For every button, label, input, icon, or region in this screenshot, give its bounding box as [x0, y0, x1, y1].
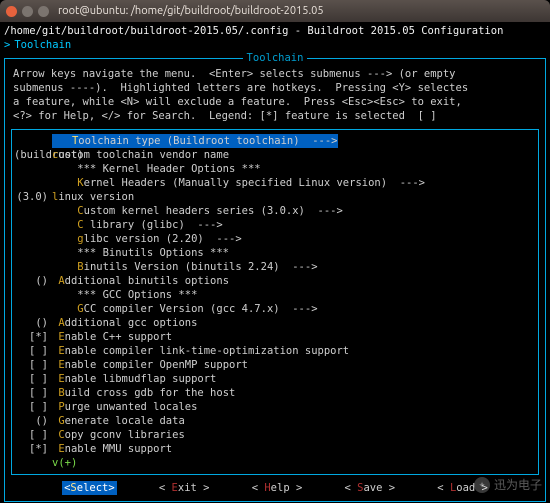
menu-item[interactable]: glibc version (2.20) ---> — [14, 232, 536, 246]
menu-item-label: *** Binutils Options *** — [52, 246, 229, 260]
menu-item-marker — [14, 260, 52, 274]
select-button[interactable]: <Select> — [62, 481, 117, 495]
menu-item-label: Enable compiler link-time-optimization s… — [52, 344, 349, 358]
help-button[interactable]: < Help > — [252, 481, 303, 495]
menu-item-label: Enable compiler OpenMP support — [52, 358, 248, 372]
breadcrumb-label: Toolchain — [14, 38, 71, 52]
menu-item[interactable]: Custom kernel headers series (3.0.x) ---… — [14, 204, 536, 218]
menu-item-marker — [14, 204, 52, 218]
menu-item[interactable]: C library (glibc) ---> — [14, 218, 536, 232]
window-titlebar: root@ubuntu: /home/git/buildroot/buildro… — [0, 0, 550, 22]
menu-item[interactable]: () Generate locale data — [14, 414, 536, 428]
menu-item-marker — [14, 288, 52, 302]
menu-item[interactable]: () Additional gcc options — [14, 316, 536, 330]
menu-item-label: glibc version (2.20) ---> — [52, 232, 242, 246]
menu-item-marker: [*] — [14, 442, 52, 456]
dialog-title: Toolchain — [11, 51, 539, 65]
menu-item[interactable]: *** Binutils Options *** — [14, 246, 536, 260]
save-button[interactable]: < Save > — [344, 481, 395, 495]
menu-item-label: Generate locale data — [52, 414, 185, 428]
close-icon[interactable] — [6, 6, 17, 17]
breadcrumb: > Toolchain — [4, 38, 546, 52]
terminal-window: root@ubuntu: /home/git/buildroot/buildro… — [0, 0, 550, 503]
dialog-help-text: Arrow keys navigate the menu. <Enter> se… — [13, 67, 537, 123]
watermark: ✦ 迅为电子 — [474, 477, 542, 493]
menu-item[interactable]: [ ] Enable compiler OpenMP support — [14, 358, 536, 372]
menu-item[interactable]: [ ] Build cross gdb for the host — [14, 386, 536, 400]
menu-item-marker — [14, 302, 52, 316]
menu-item-label: Enable libmudflap support — [52, 372, 216, 386]
menu-more-indicator: v(+) — [52, 456, 536, 470]
menu-item[interactable]: [*] Enable MMU support — [14, 442, 536, 456]
menu-item-marker — [14, 246, 52, 260]
terminal-area: /home/git/buildroot/buildroot-2015.05/.c… — [0, 22, 550, 503]
menu-item-marker: () — [14, 274, 52, 288]
menu-item[interactable]: () Additional binutils options — [14, 274, 536, 288]
menu-item-marker: [ ] — [14, 428, 52, 442]
menu-item-marker — [14, 232, 52, 246]
menu-item-marker — [14, 218, 52, 232]
maximize-icon[interactable] — [38, 6, 49, 17]
menu-item-marker: [ ] — [14, 400, 52, 414]
menu-item-label: Copy gconv libraries — [52, 428, 185, 442]
minimize-icon[interactable] — [22, 6, 33, 17]
menu-item[interactable]: [ ] Enable libmudflap support — [14, 372, 536, 386]
menu-item[interactable]: [ ] Purge unwanted locales — [14, 400, 536, 414]
menu-item-label: custom toolchain vendor name — [52, 148, 229, 162]
menu-item-label: Kernel Headers (Manually specified Linux… — [52, 176, 425, 190]
menu-item-marker: [ ] — [14, 372, 52, 386]
menuconfig-dialog: Toolchain Arrow keys navigate the menu. … — [4, 58, 546, 502]
menu-item-marker: [*] — [14, 330, 52, 344]
menu-item-marker: [ ] — [14, 344, 52, 358]
menu-item-label: Additional binutils options — [52, 274, 229, 288]
menu-item[interactable]: (3.0)linux version — [14, 190, 536, 204]
menu-item[interactable]: Kernel Headers (Manually specified Linux… — [14, 176, 536, 190]
menu-item[interactable]: GCC compiler Version (gcc 4.7.x) ---> — [14, 302, 536, 316]
window-title: root@ubuntu: /home/git/buildroot/buildro… — [58, 5, 324, 17]
menu-item-label: GCC compiler Version (gcc 4.7.x) ---> — [52, 302, 318, 316]
menu-item-label: Toolchain type (Buildroot toolchain) ---… — [52, 134, 338, 148]
config-path-line: /home/git/buildroot/buildroot-2015.05/.c… — [4, 24, 546, 38]
menu-item[interactable]: *** Kernel Header Options *** — [14, 162, 536, 176]
menu-item[interactable]: Binutils Version (binutils 2.24) ---> — [14, 260, 536, 274]
chevron-right-icon: > — [4, 38, 10, 52]
menu-item[interactable]: Toolchain type (Buildroot toolchain) ---… — [14, 134, 536, 148]
menu-item-label: Custom kernel headers series (3.0.x) ---… — [52, 204, 343, 218]
menu-item-marker — [14, 176, 52, 190]
menu-item-label: C library (glibc) ---> — [52, 218, 223, 232]
menu-item-marker: [ ] — [14, 386, 52, 400]
menu-item-marker: () — [14, 316, 52, 330]
menu-item-marker — [14, 134, 52, 148]
menu-item-label: Binutils Version (binutils 2.24) ---> — [52, 260, 318, 274]
menu-item[interactable]: (buildroot)custom toolchain vendor name — [14, 148, 536, 162]
dialog-button-bar: <Select>< Exit >< Help >< Save >< Load > — [11, 481, 539, 495]
menu-list[interactable]: Toolchain type (Buildroot toolchain) ---… — [11, 129, 539, 475]
menu-item-marker: (buildroot) — [14, 148, 52, 162]
wechat-icon: ✦ — [474, 477, 490, 493]
menu-item-label: linux version — [52, 190, 134, 204]
menu-item-label: *** Kernel Header Options *** — [52, 162, 261, 176]
menu-item[interactable]: [*] Enable C++ support — [14, 330, 536, 344]
menu-item[interactable]: [ ] Copy gconv libraries — [14, 428, 536, 442]
menu-item-label: Additional gcc options — [52, 316, 197, 330]
menu-item-label: Enable C++ support — [52, 330, 172, 344]
menu-item-label: Enable MMU support — [52, 442, 172, 456]
menu-item-marker — [14, 162, 52, 176]
menu-item[interactable]: [ ] Enable compiler link-time-optimizati… — [14, 344, 536, 358]
menu-item-marker: (3.0) — [14, 190, 52, 204]
menu-item[interactable]: *** GCC Options *** — [14, 288, 536, 302]
menu-item-label: Purge unwanted locales — [52, 400, 197, 414]
menu-item-marker: () — [14, 414, 52, 428]
menu-item-marker: [ ] — [14, 358, 52, 372]
menu-item-label: Build cross gdb for the host — [52, 386, 235, 400]
menu-item-label: *** GCC Options *** — [52, 288, 197, 302]
exit-button[interactable]: < Exit > — [159, 481, 210, 495]
